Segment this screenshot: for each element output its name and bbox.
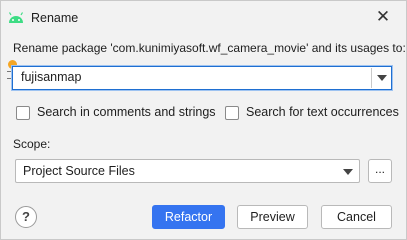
refactor-button[interactable]: Refactor [152,205,225,229]
search-comments-label: Search in comments and strings [37,105,216,119]
new-name-input[interactable]: fujisanmap [21,70,81,84]
search-text-checkbox[interactable] [225,106,239,120]
scope-select[interactable]: Project Source Files [15,159,360,183]
search-comments-option[interactable]: Search in comments and strings [16,105,216,121]
android-icon [7,11,25,25]
preview-button[interactable]: Preview [237,205,308,229]
chevron-down-icon[interactable] [343,169,353,175]
search-text-option[interactable]: Search for text occurrences [225,105,400,121]
help-button[interactable]: ? [15,206,37,228]
combo-divider [371,68,372,88]
title-bar: Rename ✕ [1,1,406,35]
dialog-title: Rename [31,11,79,25]
close-icon[interactable]: ✕ [374,8,392,26]
search-comments-checkbox[interactable] [16,106,30,120]
cancel-button[interactable]: Cancel [321,205,392,229]
rename-prompt: Rename package 'com.kunimiyasoft.wf_came… [13,41,406,55]
scope-label: Scope: [13,137,51,151]
new-name-combobox[interactable]: fujisanmap [12,66,392,90]
rename-dialog: Rename ✕ Rename package 'com.kunimiyasof… [0,0,407,240]
chevron-down-icon[interactable] [377,75,387,81]
scope-browse-button[interactable]: ... [368,159,392,183]
scope-value: Project Source Files [23,164,135,178]
search-text-label: Search for text occurrences [246,105,399,119]
